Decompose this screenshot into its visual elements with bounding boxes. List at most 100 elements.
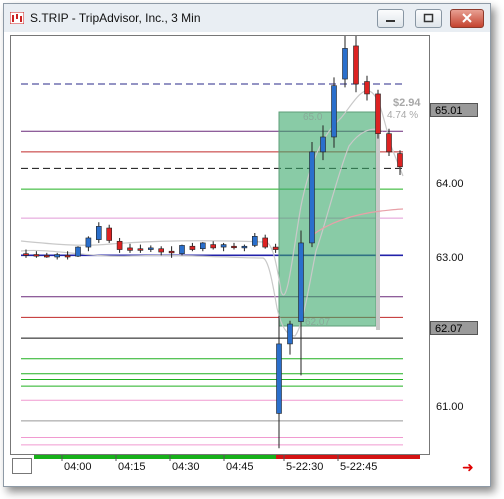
scroll-right-arrow-icon[interactable]: ➜ — [462, 460, 474, 474]
price-axis[interactable]: 65.01 64.00 63.00 62.07 61.00 — [430, 35, 480, 455]
candle-body — [210, 244, 216, 249]
candle-body — [33, 254, 40, 257]
candle — [276, 315, 282, 449]
box-shadow — [376, 116, 380, 330]
candle-body — [220, 244, 227, 248]
candle-body — [298, 242, 304, 322]
candle — [220, 242, 227, 252]
candle — [137, 244, 144, 253]
candle-body — [116, 240, 123, 250]
candle-body — [252, 236, 258, 246]
candle-body — [276, 343, 282, 414]
price-plot[interactable]: $2.94 4.74 % 65.0 62.07 — [10, 21, 430, 455]
candle-body — [54, 254, 61, 258]
time-label-0430: 04:30 — [172, 461, 200, 473]
candle-body — [241, 245, 248, 249]
candle — [75, 246, 81, 258]
corner-toggle[interactable] — [12, 458, 32, 474]
candle-body — [262, 237, 268, 248]
candle — [342, 21, 348, 88]
candle — [241, 244, 248, 252]
candlestick-chart: $2.94 4.74 % 65.0 62.07 — [20, 21, 421, 449]
candle-body — [353, 45, 359, 85]
candle-body — [189, 245, 196, 250]
candle — [375, 89, 381, 139]
candle-body — [75, 246, 81, 257]
time-axis[interactable]: 04:00 04:15 04:30 04:45 5-22:30 5-22:45 — [10, 455, 430, 480]
box-bottom-label: 62.07 — [305, 317, 330, 328]
box-top-label: 65.0 — [303, 112, 323, 123]
candle-body — [364, 81, 370, 95]
candle — [116, 237, 123, 253]
time-label-2230: 5-22:30 — [286, 461, 324, 473]
candle-body — [85, 237, 92, 248]
minimize-button[interactable] — [377, 9, 404, 28]
candle — [148, 245, 154, 253]
candle — [353, 36, 359, 93]
candle — [127, 243, 133, 253]
price-flag-low: 62.07 — [430, 321, 478, 335]
candle-body — [148, 247, 154, 250]
price-flag-high: 65.01 — [430, 103, 478, 117]
window-title: S.TRIP - TripAdvisor, Inc., 3 Min — [30, 11, 201, 25]
minimize-icon — [386, 20, 395, 22]
candle-body — [106, 227, 112, 241]
candle — [54, 252, 61, 260]
candle-body — [23, 253, 29, 256]
candle-body — [342, 48, 348, 80]
candle — [158, 246, 164, 256]
candle-body — [231, 245, 237, 249]
maximize-icon — [423, 13, 434, 23]
candle — [189, 242, 196, 252]
chart-app-icon — [10, 12, 24, 24]
projection-box — [278, 111, 377, 327]
candle — [252, 232, 258, 248]
candle — [85, 236, 92, 252]
close-button[interactable] — [450, 9, 484, 28]
close-icon — [462, 13, 472, 23]
candle-body — [320, 136, 326, 153]
candle — [106, 224, 112, 243]
candle-body — [127, 247, 133, 251]
candle-body — [137, 248, 144, 251]
time-label-0415: 04:15 — [118, 461, 146, 473]
title-bar[interactable]: S.TRIP - TripAdvisor, Inc., 3 Min — [4, 4, 490, 32]
session-bar-green — [34, 455, 276, 459]
change-pct-label: 4.74 % — [387, 110, 418, 121]
candle — [272, 243, 279, 253]
session-bar-red — [276, 455, 420, 459]
candle-body — [200, 242, 206, 250]
candle — [179, 244, 185, 256]
candle-body — [397, 153, 403, 168]
candle-body — [168, 250, 175, 254]
candle-body — [309, 151, 315, 244]
time-label-2245: 5-22:45 — [340, 461, 378, 473]
candle — [309, 141, 315, 248]
maximize-button[interactable] — [415, 9, 442, 28]
price-label-63: 63.00 — [436, 252, 464, 264]
candle-body — [179, 245, 185, 254]
candle — [262, 234, 268, 249]
candle — [96, 222, 102, 243]
candle-body — [375, 93, 381, 134]
candle — [364, 75, 370, 101]
candle — [331, 77, 337, 148]
candle — [231, 242, 237, 250]
candle-body — [287, 323, 293, 345]
change-label: $2.94 — [393, 97, 421, 109]
candle-body — [331, 85, 337, 138]
candle-body — [158, 248, 164, 253]
chart-area[interactable]: $2.94 4.74 % 65.0 62.07 65.01 64.00 63.0… — [10, 21, 480, 480]
chart-window: S.TRIP - TripAdvisor, Inc., 3 Min $2.94 … — [3, 3, 491, 487]
price-label-64: 64.00 — [436, 178, 464, 190]
candle — [200, 242, 206, 252]
candle — [210, 241, 216, 250]
price-label-61: 61.00 — [436, 401, 464, 413]
candle-body — [386, 133, 392, 153]
candle — [298, 230, 304, 376]
candle — [33, 251, 40, 258]
candle — [43, 252, 50, 258]
candle-body — [96, 226, 102, 240]
candle-body — [272, 246, 279, 250]
candle-body — [43, 255, 50, 258]
